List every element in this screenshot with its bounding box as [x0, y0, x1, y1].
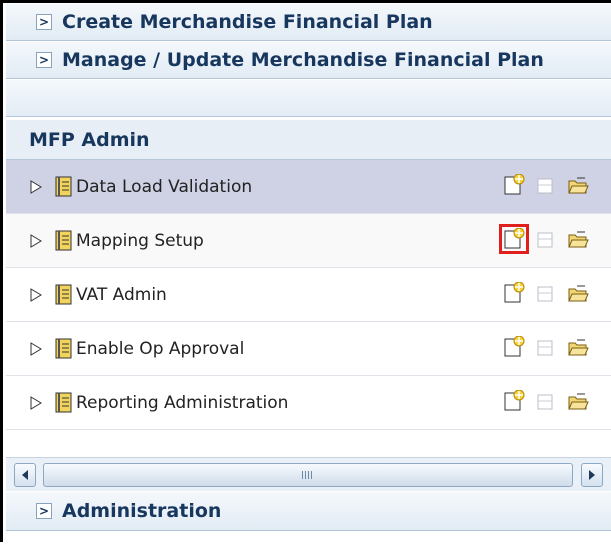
task-book-icon — [55, 338, 72, 359]
accordion-manage-plan[interactable]: > Manage / Update Merchandise Financial … — [6, 41, 611, 79]
create-new-icon[interactable] — [503, 336, 525, 358]
task-row-enable-op-approval[interactable]: Enable Op Approval — [6, 322, 611, 376]
open-disabled-icon[interactable] — [535, 228, 557, 250]
list-empty-area — [6, 430, 611, 457]
triangle-right-icon[interactable] — [29, 179, 43, 194]
section-title-mfp-admin[interactable]: MFP Admin — [6, 120, 611, 160]
task-book-icon — [55, 392, 72, 413]
open-folder-icon[interactable] — [567, 390, 589, 412]
open-disabled-icon[interactable] — [535, 174, 557, 196]
horizontal-scrollbar[interactable] — [6, 457, 611, 491]
open-disabled-icon[interactable] — [535, 282, 557, 304]
create-new-icon[interactable] — [503, 282, 525, 304]
chevron-right-icon[interactable]: > — [36, 14, 52, 30]
section-title-label: MFP Admin — [29, 128, 150, 151]
scroll-right-icon[interactable] — [581, 463, 603, 487]
accordion-label: Manage / Update Merchandise Financial Pl… — [62, 49, 544, 71]
scrollbar-thumb[interactable] — [43, 463, 573, 487]
task-book-icon — [55, 176, 72, 197]
task-label: VAT Admin — [76, 284, 167, 305]
task-row-reporting-administration[interactable]: Reporting Administration — [6, 376, 611, 430]
accordion-label: Administration — [62, 500, 222, 522]
task-book-icon — [55, 230, 72, 251]
accordion-administration[interactable]: > Administration — [6, 491, 611, 531]
task-row-data-load-validation[interactable]: Data Load Validation — [6, 160, 611, 214]
open-disabled-icon[interactable] — [535, 390, 557, 412]
row-actions — [499, 224, 599, 254]
create-new-icon[interactable] — [503, 390, 525, 412]
create-new-icon[interactable] — [499, 224, 529, 254]
open-disabled-icon[interactable] — [535, 336, 557, 358]
triangle-right-icon[interactable] — [29, 341, 43, 356]
row-actions — [503, 336, 599, 358]
row-actions — [503, 282, 599, 304]
open-folder-icon[interactable] — [567, 336, 589, 358]
accordion-create-plan[interactable]: > Create Merchandise Financial Plan — [6, 3, 611, 41]
open-folder-icon[interactable] — [567, 174, 589, 196]
task-book-icon — [55, 284, 72, 305]
open-folder-icon[interactable] — [567, 228, 589, 250]
chevron-right-icon[interactable]: > — [36, 52, 52, 68]
task-label: Enable Op Approval — [76, 338, 245, 359]
task-label: Reporting Administration — [76, 392, 289, 413]
accordion-label: Create Merchandise Financial Plan — [62, 11, 433, 33]
panel-bottom-space — [6, 531, 611, 545]
triangle-right-icon[interactable] — [29, 287, 43, 302]
chevron-right-icon[interactable]: > — [36, 503, 52, 519]
row-actions — [503, 174, 599, 196]
task-label: Mapping Setup — [76, 230, 204, 251]
task-panel: > Create Merchandise Financial Plan > Ma… — [0, 0, 611, 545]
grip-icon — [302, 471, 314, 479]
open-folder-icon[interactable] — [567, 282, 589, 304]
scroll-left-icon[interactable] — [14, 463, 36, 487]
create-new-icon[interactable] — [503, 174, 525, 196]
task-row-mapping-setup[interactable]: Mapping Setup — [6, 214, 611, 268]
row-actions — [503, 390, 599, 412]
accordion-spacer — [6, 79, 611, 117]
triangle-right-icon[interactable] — [29, 395, 43, 410]
task-label: Data Load Validation — [76, 176, 253, 197]
triangle-right-icon[interactable] — [29, 233, 43, 248]
task-row-vat-admin[interactable]: VAT Admin — [6, 268, 611, 322]
